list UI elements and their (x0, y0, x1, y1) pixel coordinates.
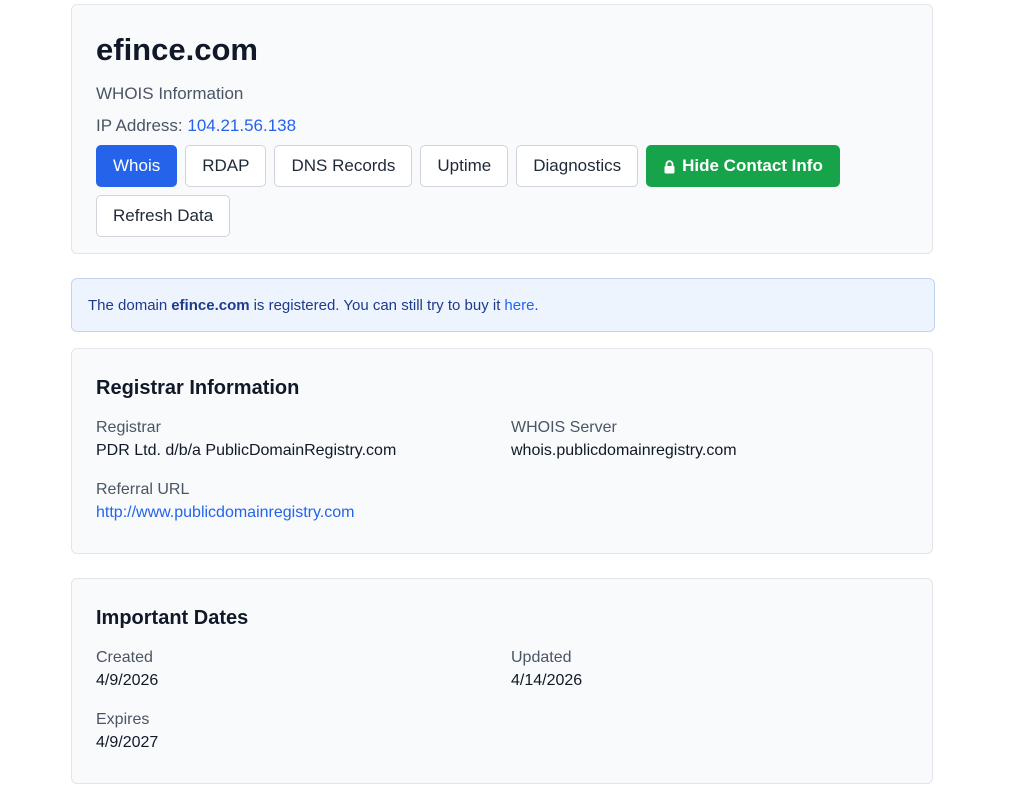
hide-contact-info-label: Hide Contact Info (682, 156, 823, 175)
expires-label: Expires (96, 711, 150, 728)
important-dates-card: Important Dates Created 4/9/2026 Updated… (71, 578, 933, 784)
referral-url-link[interactable]: http://www.publicdomainregistry.com (96, 504, 354, 521)
tab-whois[interactable]: Whois (96, 145, 178, 187)
dates-grid: Created 4/9/2026 Updated 4/14/2026 Expir… (96, 647, 908, 755)
refresh-data-button[interactable]: Refresh Data (96, 195, 231, 237)
buy-domain-link[interactable]: here (504, 297, 534, 314)
created-label: Created (96, 649, 153, 666)
whois-subtitle: WHOIS Information (96, 84, 244, 103)
notice-suffix: . (534, 296, 539, 314)
registrar-section-title: Registrar Information (96, 377, 300, 399)
tab-diagnostics[interactable]: Diagnostics (516, 145, 639, 187)
registrar-label: Registrar (96, 419, 161, 436)
updated-label: Updated (511, 649, 572, 666)
tab-uptime[interactable]: Uptime (420, 145, 509, 187)
registrar-field: Registrar PDR Ltd. d/b/a PublicDomainReg… (96, 417, 511, 463)
expires-value: 4/9/2027 (96, 734, 159, 751)
registrar-information-card: Registrar Information Registrar PDR Ltd.… (71, 348, 933, 554)
domain-title: efince.com (96, 32, 258, 67)
registrar-value: PDR Ltd. d/b/a PublicDomainRegistry.com (96, 442, 397, 459)
ip-address-link[interactable]: 104.21.56.138 (187, 116, 296, 135)
whois-server-field: WHOIS Server whois.publicdomainregistry.… (511, 417, 911, 463)
tab-rdap[interactable]: RDAP (185, 145, 267, 187)
lock-icon (663, 159, 676, 174)
notice-middle: is registered. You can still try to buy … (253, 296, 501, 314)
expires-field: Expires 4/9/2027 (96, 709, 511, 755)
registration-notice: The domain efince.com is registered. You… (71, 278, 935, 332)
hide-contact-info-button[interactable]: Hide Contact Info (646, 145, 840, 187)
dates-section-title: Important Dates (96, 607, 249, 629)
updated-value: 4/14/2026 (511, 672, 583, 689)
created-field: Created 4/9/2026 (96, 647, 511, 693)
referral-url-label: Referral URL (96, 481, 190, 498)
tab-dns-records[interactable]: DNS Records (274, 145, 413, 187)
ip-address-label: IP Address: (96, 116, 183, 135)
whois-server-value: whois.publicdomainregistry.com (511, 442, 737, 459)
whois-server-label: WHOIS Server (511, 419, 617, 436)
domain-header-card: efince.com WHOIS Information IP Address:… (71, 4, 933, 254)
notice-domain: efince.com (171, 296, 250, 314)
page: efince.com WHOIS Information IP Address:… (0, 0, 1016, 793)
action-button-row: Whois RDAP DNS Records Uptime Diagnostic… (96, 145, 856, 237)
notice-prefix: The domain (88, 296, 168, 314)
created-value: 4/9/2026 (96, 672, 159, 689)
referral-url-field: Referral URL http://www.publicdomainregi… (96, 479, 511, 525)
updated-field: Updated 4/14/2026 (511, 647, 911, 693)
registrar-grid: Registrar PDR Ltd. d/b/a PublicDomainReg… (96, 417, 908, 525)
ip-address-line: IP Address: 104.21.56.138 (96, 115, 908, 137)
